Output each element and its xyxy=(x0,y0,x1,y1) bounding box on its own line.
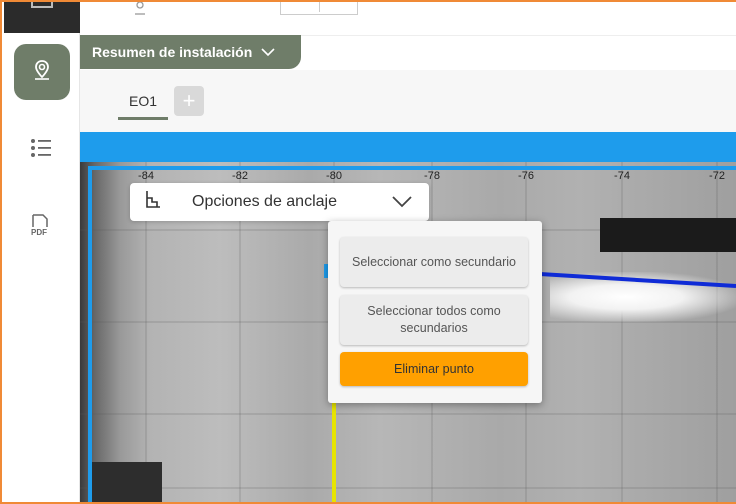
rail-location-button[interactable] xyxy=(14,44,70,100)
rail-pdf-button[interactable]: PDF xyxy=(30,214,50,241)
anchor-options-label: Opciones de anclaje xyxy=(192,193,337,210)
chevron-down-icon xyxy=(391,195,413,214)
svg-text:PDF: PDF xyxy=(31,228,47,236)
point-context-menu: Seleccionar como secundario Seleccionar … xyxy=(328,221,542,403)
top-toggle[interactable] xyxy=(280,0,358,15)
rail-top-icon xyxy=(31,0,53,8)
rail-top-bar xyxy=(4,0,80,33)
select-secondary-button[interactable]: Seleccionar como secundario xyxy=(340,237,528,287)
pdf-icon: PDF xyxy=(30,214,50,241)
location-pin-icon xyxy=(31,58,53,87)
tabs-area: EO1 + xyxy=(80,70,736,132)
user-icon[interactable] xyxy=(132,1,148,21)
anchor-icon xyxy=(144,190,162,215)
map-toolbar-strip xyxy=(80,132,736,162)
select-all-secondary-label: Seleccionar todos como secundarios xyxy=(367,304,501,335)
select-all-secondary-button[interactable]: Seleccionar todos como secundarios xyxy=(340,295,528,345)
tab-eo1[interactable]: EO1 xyxy=(118,90,168,120)
rail-list-button[interactable] xyxy=(30,138,52,163)
add-tab-button[interactable]: + xyxy=(174,86,204,116)
select-secondary-label: Seleccionar como secundario xyxy=(352,254,516,269)
list-icon xyxy=(30,138,52,163)
installation-summary-dropdown[interactable]: Resumen de instalación xyxy=(80,35,301,69)
anchor-options-dropdown[interactable]: Opciones de anclaje xyxy=(130,183,429,221)
top-bar xyxy=(80,0,736,36)
chevron-down-icon xyxy=(260,44,276,60)
delete-point-button[interactable]: Eliminar punto xyxy=(340,352,528,386)
delete-point-label: Eliminar punto xyxy=(394,361,474,376)
summary-label: Resumen de instalación xyxy=(92,44,253,60)
